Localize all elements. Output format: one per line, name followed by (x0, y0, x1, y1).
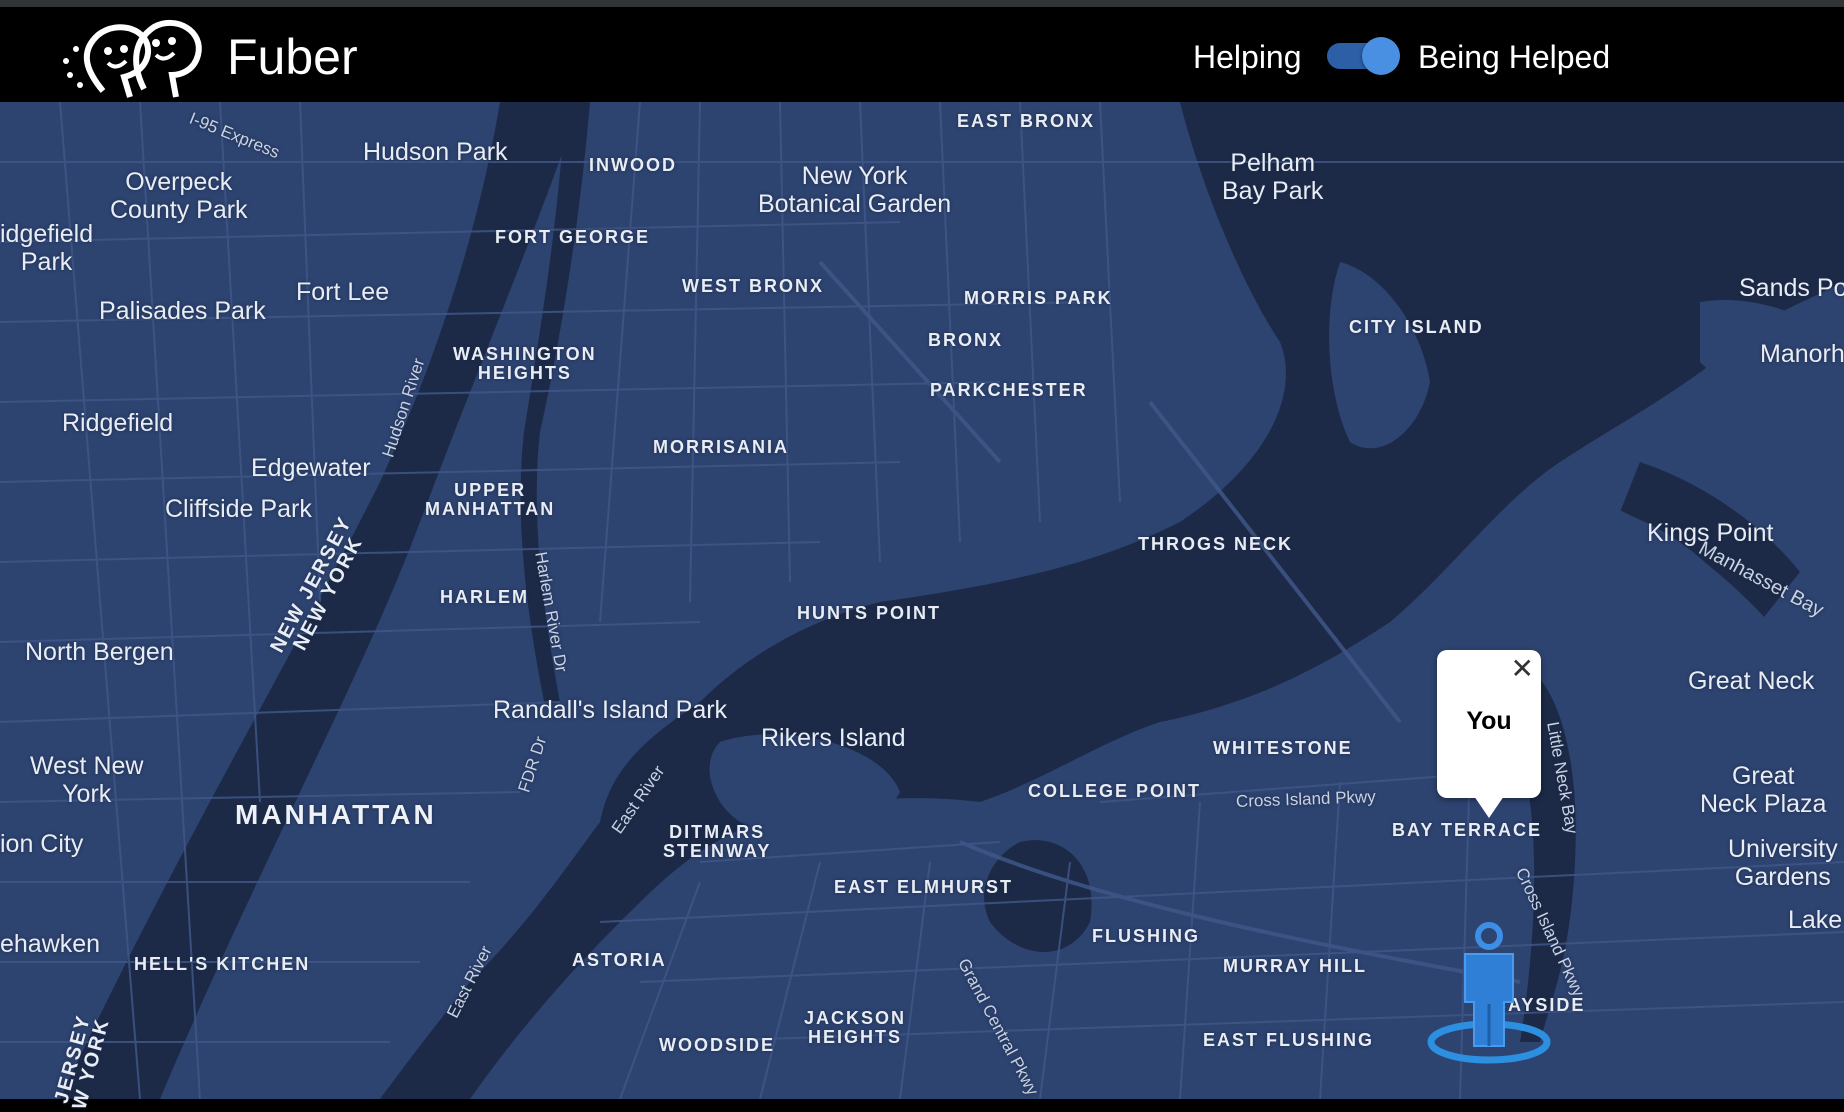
nbhd-city-island: CITY ISLAND (1349, 317, 1484, 337)
marker-head (1475, 922, 1503, 950)
place-randalls-island: Randall's Island Park (493, 696, 728, 724)
nbhd-woodside: WOODSIDE (659, 1035, 776, 1055)
nbhd-murray-hill: MURRAY HILL (1223, 956, 1368, 976)
place-rikers-island: Rikers Island (761, 724, 906, 752)
helping-label[interactable]: Helping (1193, 37, 1302, 77)
place-palisades: Palisades Park (99, 297, 266, 325)
nbhd-throgs-neck: THROGS NECK (1138, 534, 1294, 554)
nbhd-west-bronx: WEST BRONX (682, 276, 825, 296)
nbhd-astoria: ASTORIA (572, 950, 667, 970)
nbhd-college-point: COLLEGE POINT (1028, 781, 1202, 801)
nbhd-upper-manhattan: UPPER MANHATTAN (425, 480, 556, 519)
place-great-neck: Great Neck (1688, 667, 1815, 695)
nbhd-flushing: FLUSHING (1092, 926, 1200, 946)
window-top-edge (0, 0, 1844, 7)
nbhd-jackson-heights: JACKSON HEIGHTS (804, 1008, 907, 1047)
place-west-new-york: West New York (30, 752, 144, 808)
app-title: Fuber (227, 29, 358, 85)
map-view[interactable]: I-95 Express Hudson Park Overpeck County… (0, 102, 1844, 1112)
nbhd-hells-kitchen: HELL'S KITCHEN (134, 954, 311, 974)
place-botanical-garden: New York Botanical Garden (758, 162, 952, 218)
app-header: Fuber Helping Being Helped (0, 7, 1844, 102)
place-ridgefield-park: idgefield Park (0, 220, 94, 276)
role-toggle-switch[interactable] (1327, 37, 1400, 75)
nbhd-morris-park: MORRIS PARK (964, 288, 1113, 308)
fuber-logo (58, 13, 210, 105)
place-hoboken: ehawken (0, 930, 101, 958)
place-manorhaven: Manorh (1760, 340, 1844, 368)
nbhd-inwood: INWOOD (589, 155, 677, 175)
popup-label: You (1466, 707, 1512, 735)
popup-pointer (1474, 796, 1504, 818)
place-overpeck: Overpeck County Park (110, 168, 248, 224)
place-great-neck-plaza: Great Neck Plaza (1700, 762, 1827, 818)
nbhd-fort-george: FORT GEORGE (495, 227, 651, 247)
nbhd-bay-terrace: BAY TERRACE (1392, 820, 1543, 840)
place-pelham-bay-park: Pelham Bay Park (1222, 149, 1324, 205)
location-popup: ✕ You (1437, 650, 1541, 798)
place-hudson-park: Hudson Park (363, 138, 508, 166)
close-icon[interactable]: ✕ (1511, 653, 1534, 685)
place-fort-lee: Fort Lee (296, 278, 390, 306)
nbhd-east-flushing: EAST FLUSHING (1203, 1030, 1375, 1050)
borough-manhattan: MANHATTAN (235, 799, 437, 830)
nbhd-whitestone: WHITESTONE (1213, 738, 1353, 758)
toggle-knob[interactable] (1362, 37, 1400, 75)
nbhd-harlem: HARLEM (440, 587, 529, 607)
nbhd-morrisania: MORRISANIA (653, 437, 789, 457)
place-union-city: ion City (0, 830, 84, 858)
nbhd-east-bronx: EAST BRONX (957, 111, 1096, 131)
nbhd-ditmars-steinway: DITMARS STEINWAY (663, 822, 772, 861)
place-edgewater: Edgewater (251, 454, 371, 482)
nbhd-washington-heights: WASHINGTON HEIGHTS (453, 344, 597, 383)
nbhd-bronx: BRONX (928, 330, 1004, 350)
place-lake: Lake (1788, 906, 1843, 934)
being-helped-label[interactable]: Being Helped (1418, 37, 1610, 77)
person-pin-icon[interactable] (1425, 920, 1553, 1065)
place-cliffside: Cliffside Park (165, 495, 312, 523)
nbhd-east-elmhurst: EAST ELMHURST (834, 877, 1013, 897)
place-north-bergen: North Bergen (25, 638, 174, 666)
place-ridgefield: Ridgefield (62, 409, 174, 437)
nbhd-parkchester: PARKCHESTER (930, 380, 1088, 400)
nbhd-hunts-point: HUNTS POINT (797, 603, 942, 623)
place-university-gardens: University Gardens (1728, 835, 1838, 891)
place-sands-point: Sands Po (1739, 274, 1844, 302)
